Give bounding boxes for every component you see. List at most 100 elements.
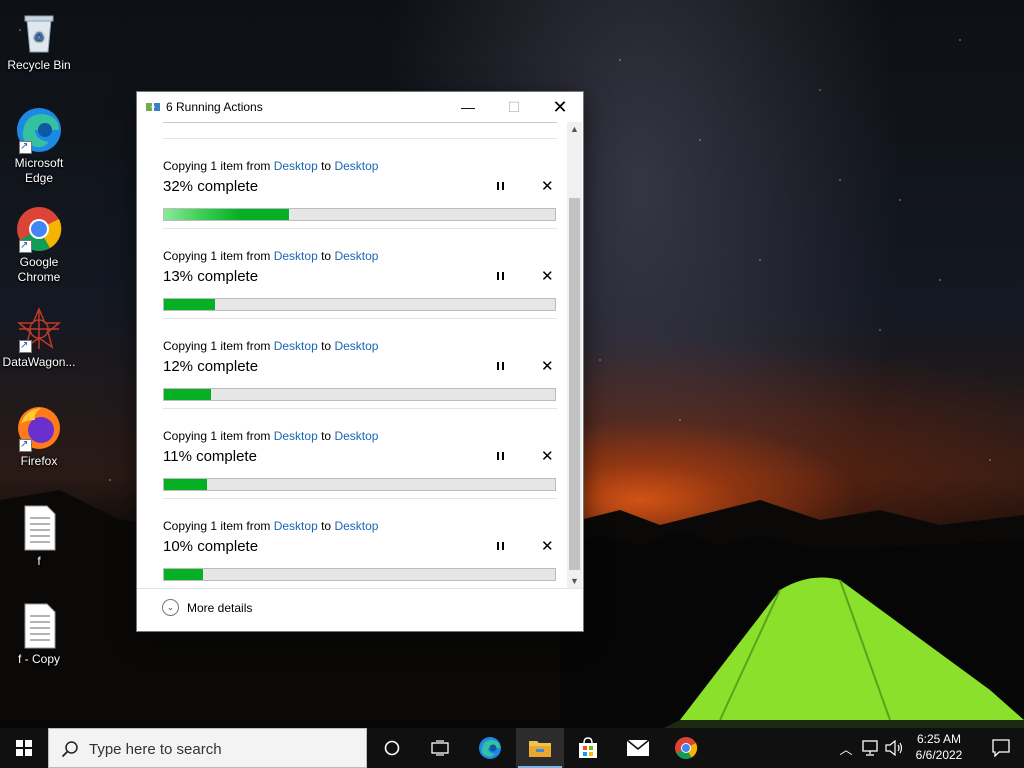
taskbar: Type here to search ︿ 6:25 AM 6/6/2022 xyxy=(0,728,1024,768)
firefox-icon xyxy=(15,404,63,452)
datawagon-icon xyxy=(15,305,63,353)
dialog-title: 6 Running Actions xyxy=(166,100,263,114)
pause-button[interactable] xyxy=(493,449,507,463)
list-divider xyxy=(163,122,557,123)
operation-status: 13% complete xyxy=(163,268,259,285)
destination-link[interactable]: Desktop xyxy=(334,339,378,353)
progress-bar xyxy=(163,388,556,401)
cancel-operation-button[interactable]: ✕ xyxy=(541,537,554,555)
operation-description: Copying 1 item from Desktop to Desktop xyxy=(163,249,379,263)
close-icon: ✕ xyxy=(541,358,554,375)
desktop-icon-label: f - Copy xyxy=(17,652,60,666)
desktop-icon-label: Microsoft Edge xyxy=(14,156,64,185)
copy-operation-icon xyxy=(146,103,160,111)
show-hidden-icons-button[interactable]: ︿ xyxy=(836,728,856,768)
more-details-toggle[interactable]: ⌄ xyxy=(162,599,179,616)
taskbar-store[interactable] xyxy=(564,728,612,768)
task-view-button[interactable] xyxy=(416,728,464,768)
search-icon xyxy=(61,741,78,758)
operation-item: Copying 1 item from Desktop to Desktop 1… xyxy=(163,228,557,319)
recycle-bin-icon: ♻ xyxy=(15,8,63,56)
desktop-icon-recycle-bin[interactable]: ♻ Recycle Bin xyxy=(2,8,76,73)
destination-link[interactable]: Desktop xyxy=(334,519,378,533)
svg-text:♻: ♻ xyxy=(34,30,45,44)
cortana-button[interactable] xyxy=(368,728,416,768)
taskbar-search-box[interactable]: Type here to search xyxy=(48,728,367,768)
pause-button[interactable] xyxy=(493,359,507,373)
progress-fill xyxy=(164,209,290,220)
taskbar-file-explorer[interactable] xyxy=(516,728,564,768)
source-link[interactable]: Desktop xyxy=(274,339,318,353)
operation-item: Copying 1 item from Desktop to Desktop 1… xyxy=(163,318,557,409)
desktop-icon-label: f xyxy=(37,554,41,568)
desktop-icon-label: DataWagon... xyxy=(2,355,76,369)
network-button[interactable] xyxy=(858,728,882,768)
more-details-link[interactable]: More details xyxy=(187,601,252,615)
maximize-button[interactable]: ☐ xyxy=(491,92,537,122)
speaker-icon xyxy=(885,740,903,756)
progress-fill xyxy=(164,479,207,490)
desktop-icon-google-chrome[interactable]: Google Chrome xyxy=(2,205,76,285)
chrome-icon xyxy=(15,205,63,253)
network-icon xyxy=(862,740,878,756)
scroll-down-button[interactable]: ▼ xyxy=(567,574,582,588)
source-link[interactable]: Desktop xyxy=(274,429,318,443)
desktop-icon-firefox[interactable]: Firefox xyxy=(2,404,76,469)
cancel-operation-button[interactable]: ✕ xyxy=(541,267,554,285)
desktop-icon-microsoft-edge[interactable]: Microsoft Edge xyxy=(2,106,76,186)
vertical-scrollbar[interactable]: ▲ ▼ xyxy=(567,122,582,588)
taskbar-edge[interactable] xyxy=(466,728,514,768)
dialog-titlebar[interactable]: 6 Running Actions — ☐ ✕ xyxy=(137,92,583,122)
desktop-icon-label: Firefox xyxy=(20,454,58,468)
notification-icon xyxy=(991,739,1010,757)
operation-status: 32% complete xyxy=(163,178,259,195)
shortcut-arrow-icon xyxy=(19,139,32,154)
edge-icon xyxy=(15,106,63,154)
search-placeholder: Type here to search xyxy=(89,741,222,758)
start-button[interactable] xyxy=(0,728,48,768)
progress-fill xyxy=(164,569,204,580)
taskbar-mail[interactable] xyxy=(614,728,662,768)
destination-link[interactable]: Desktop xyxy=(334,429,378,443)
pause-button[interactable] xyxy=(493,179,507,193)
action-center-button[interactable] xyxy=(977,728,1024,768)
close-icon: ✕ xyxy=(541,268,554,285)
text-file-icon xyxy=(15,602,63,650)
scrollbar-thumb[interactable] xyxy=(569,198,580,570)
operation-item: Copying 1 item from Desktop to Desktop 3… xyxy=(163,138,557,229)
system-clock[interactable]: 6:25 AM 6/6/2022 xyxy=(905,731,973,763)
desktop-icon-file-f[interactable]: f xyxy=(2,504,76,569)
operation-status: 12% complete xyxy=(163,358,259,375)
maximize-icon: ☐ xyxy=(507,98,521,115)
progress-fill xyxy=(164,299,215,310)
chrome-icon xyxy=(675,737,698,759)
pause-button[interactable] xyxy=(493,539,507,553)
close-button[interactable]: ✕ xyxy=(537,92,583,122)
task-view-icon xyxy=(431,740,449,756)
windows-logo-icon xyxy=(16,740,32,756)
operation-description: Copying 1 item from Desktop to Desktop xyxy=(163,159,379,173)
cancel-operation-button[interactable]: ✕ xyxy=(541,177,554,195)
close-icon: ✕ xyxy=(541,448,554,465)
operations-list: Copying 1 item from Desktop to Desktop 3… xyxy=(137,122,567,588)
source-link[interactable]: Desktop xyxy=(274,249,318,263)
destination-link[interactable]: Desktop xyxy=(334,249,378,263)
volume-button[interactable] xyxy=(883,728,905,768)
progress-bar xyxy=(163,208,556,221)
desktop-icon-file-f-copy[interactable]: f - Copy xyxy=(2,602,76,667)
taskbar-chrome[interactable] xyxy=(662,728,710,768)
progress-fill xyxy=(164,389,211,400)
shortcut-arrow-icon xyxy=(19,238,32,253)
clock-time: 6:25 AM xyxy=(916,732,962,746)
close-icon: ✕ xyxy=(541,178,554,195)
destination-link[interactable]: Desktop xyxy=(334,159,378,173)
cancel-operation-button[interactable]: ✕ xyxy=(541,447,554,465)
desktop-icon-label: Google Chrome xyxy=(17,255,61,284)
desktop-icon-datawagon[interactable]: DataWagon... xyxy=(2,305,76,370)
minimize-button[interactable]: — xyxy=(445,92,491,122)
pause-button[interactable] xyxy=(493,269,507,283)
scroll-up-button[interactable]: ▲ xyxy=(567,122,582,136)
source-link[interactable]: Desktop xyxy=(274,159,318,173)
cancel-operation-button[interactable]: ✕ xyxy=(541,357,554,375)
source-link[interactable]: Desktop xyxy=(274,519,318,533)
